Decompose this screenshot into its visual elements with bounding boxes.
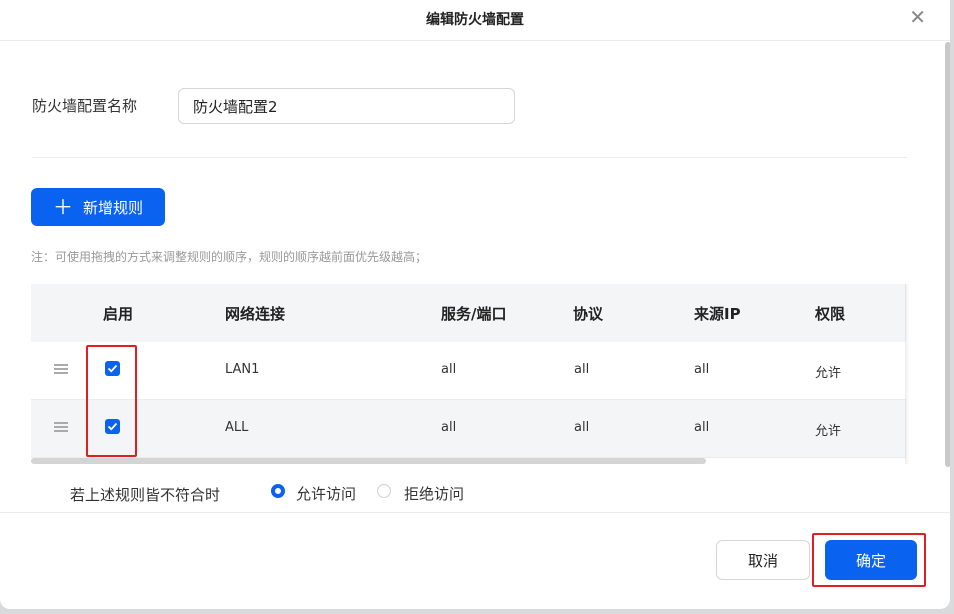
cell-source-ip: all	[694, 420, 710, 435]
vertical-scrollbar[interactable]	[945, 42, 950, 467]
close-icon[interactable]: ✕	[909, 7, 926, 27]
cancel-button[interactable]: 取消	[716, 540, 810, 580]
column-header-protocol: 协议	[573, 305, 604, 323]
dialog-title: 编辑防火墙配置	[426, 12, 524, 28]
column-header-connection: 网络连接	[225, 305, 286, 323]
deny-access-label[interactable]: 拒绝访问	[404, 483, 464, 504]
divider	[32, 157, 907, 158]
cell-permission: 允许	[815, 366, 842, 381]
rule-order-note: 注：可使用拖拽的方式来调整规则的顺序，规则的顺序越前面优先级越高；	[31, 250, 428, 264]
cell-connection: ALL	[225, 420, 249, 435]
footer-divider	[0, 512, 950, 513]
allow-access-label[interactable]: 允许访问	[296, 483, 356, 504]
horizontal-scrollbar[interactable]	[31, 458, 706, 464]
add-rule-label: 新增规则	[82, 198, 143, 217]
allow-access-radio[interactable]	[271, 484, 285, 498]
table-header: 启用 网络连接 服务/端口 协议 来源IP 权限	[31, 284, 906, 342]
highlight-box-checkboxes	[86, 345, 137, 457]
table-fixed-column-shadow	[905, 284, 909, 464]
cell-source-ip: all	[694, 362, 710, 377]
rules-table: 启用 网络连接 服务/端口 协议 来源IP 权限 LAN1 all all al…	[31, 284, 906, 464]
cell-connection: LAN1	[225, 362, 260, 377]
table-row[interactable]: ALL all all all 允许	[31, 400, 906, 458]
cell-protocol: all	[574, 420, 590, 435]
default-policy-label: 若上述规则皆不符合时	[70, 486, 221, 504]
plus-icon: ＋	[52, 195, 73, 219]
config-name-label: 防火墙配置名称	[32, 97, 138, 115]
table-row[interactable]: LAN1 all all all 允许	[31, 342, 906, 400]
column-header-permission: 权限	[815, 305, 846, 323]
column-header-service: 服务/端口	[441, 305, 507, 323]
column-header-enabled: 启用	[103, 305, 134, 323]
edit-firewall-dialog: 编辑防火墙配置 ✕ 防火墙配置名称 ＋ 新增规则 注：可使用拖拽的方式来调整规则…	[0, 0, 950, 609]
highlight-box-confirm	[812, 533, 926, 587]
add-rule-button[interactable]: ＋ 新增规则	[31, 188, 165, 226]
cell-service: all	[441, 420, 457, 435]
cell-permission: 允许	[815, 424, 842, 439]
deny-access-radio[interactable]	[377, 484, 391, 498]
dialog-header: 编辑防火墙配置 ✕	[0, 0, 950, 41]
cell-service: all	[441, 362, 457, 377]
column-header-source-ip: 来源IP	[694, 305, 741, 323]
drag-handle-icon[interactable]	[54, 420, 68, 434]
config-name-input[interactable]	[178, 88, 515, 124]
drag-handle-icon[interactable]	[54, 362, 68, 376]
cell-protocol: all	[574, 362, 590, 377]
